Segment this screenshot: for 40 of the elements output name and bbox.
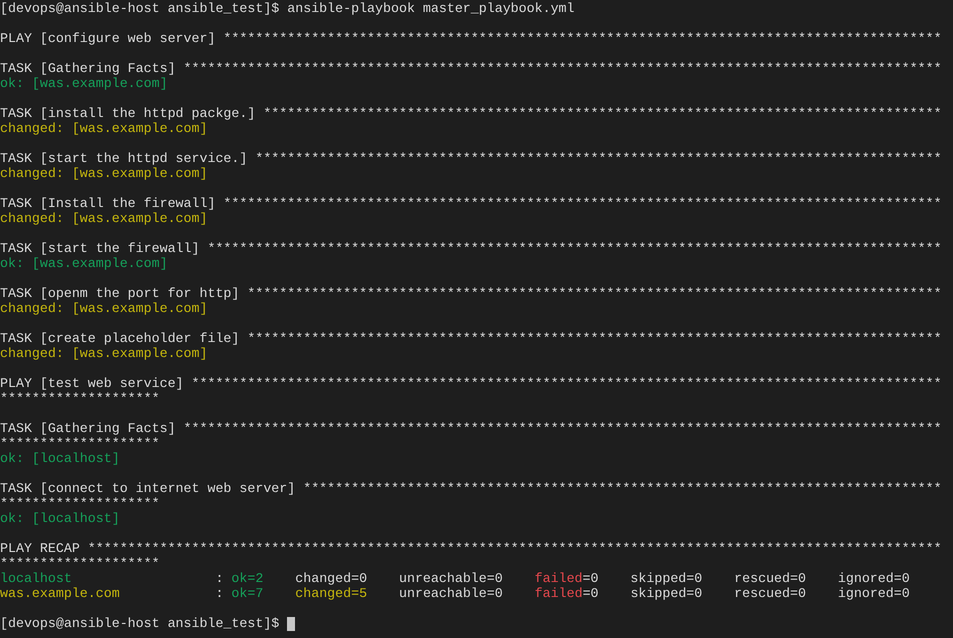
output-text: PLAY [configure web server] ****************************************************************************************** [0, 31, 942, 46]
output-text: [devops@ansible-host ansible_test]$ ansible-playbook master_playbook.yml [0, 1, 575, 16]
changed-status: changed: [was.example.com] [0, 346, 208, 361]
output-text: TASK [Gathering Facts] *********************************************************************************************** [0, 61, 942, 76]
output-text: ******************** [0, 496, 160, 511]
output-text: TASK [openm the port for http] *************************************************************************************** [0, 286, 942, 301]
output-text: PLAY [test web service] ********************************************************************************************** [0, 376, 942, 391]
output-text: TASK [start the firewall] ******************************************************************************************** [0, 241, 942, 256]
output-text: =0 skipped=0 rescued=0 ignored=0 [582, 571, 910, 586]
changed-status: changed: [was.example.com] [0, 211, 208, 226]
output-text: ******************** [0, 436, 160, 451]
output-text: TASK [start the httpd service.] ************************************************************************************** [0, 151, 942, 166]
output-text: : [214, 571, 224, 586]
output-text: : [214, 586, 224, 601]
changed-status: changed: [was.example.com] [0, 166, 208, 181]
output-text: TASK [connect to internet web server] ******************************************************************************** [0, 481, 942, 496]
ok-status: ok: [localhost] [0, 511, 120, 526]
output-text: =0 skipped=0 rescued=0 ignored=0 [582, 586, 910, 601]
output-text: TASK [Install the firewall] ****************************************************************************************** [0, 196, 942, 211]
failed-label: failed [534, 571, 583, 586]
output-text: ******************** [0, 556, 160, 571]
ok-status: localhost [0, 571, 72, 586]
changed-status: changed: [was.example.com] [0, 301, 208, 316]
output-text: TASK [Gathering Facts] *********************************************************************************************** [0, 421, 942, 436]
changed-status: was.example.com [0, 586, 120, 601]
output-text: ******************** [0, 391, 160, 406]
ok-status: ok: [localhost] [0, 451, 120, 466]
ok-status: ok=7 [231, 586, 264, 601]
failed-label: failed [534, 586, 583, 601]
changed-status: changed=5 [295, 586, 368, 601]
output-text: PLAY RECAP *********************************************************************************************************** [0, 541, 942, 556]
output-text: [devops@ansible-host ansible_test]$ [0, 616, 280, 631]
ok-status: ok=2 [231, 571, 264, 586]
output-text: TASK [create placeholder file] *************************************************************************************** [0, 331, 942, 346]
output-text: unreachable=0 [398, 586, 504, 601]
ok-status: ok: [was.example.com] [0, 76, 168, 91]
output-text: TASK [install the httpd packge.] ************************************************************************************* [0, 106, 942, 121]
changed-status: changed: [was.example.com] [0, 121, 208, 136]
output-text: changed=0 unreachable=0 [294, 571, 504, 586]
ok-status: ok: [was.example.com] [0, 256, 168, 271]
